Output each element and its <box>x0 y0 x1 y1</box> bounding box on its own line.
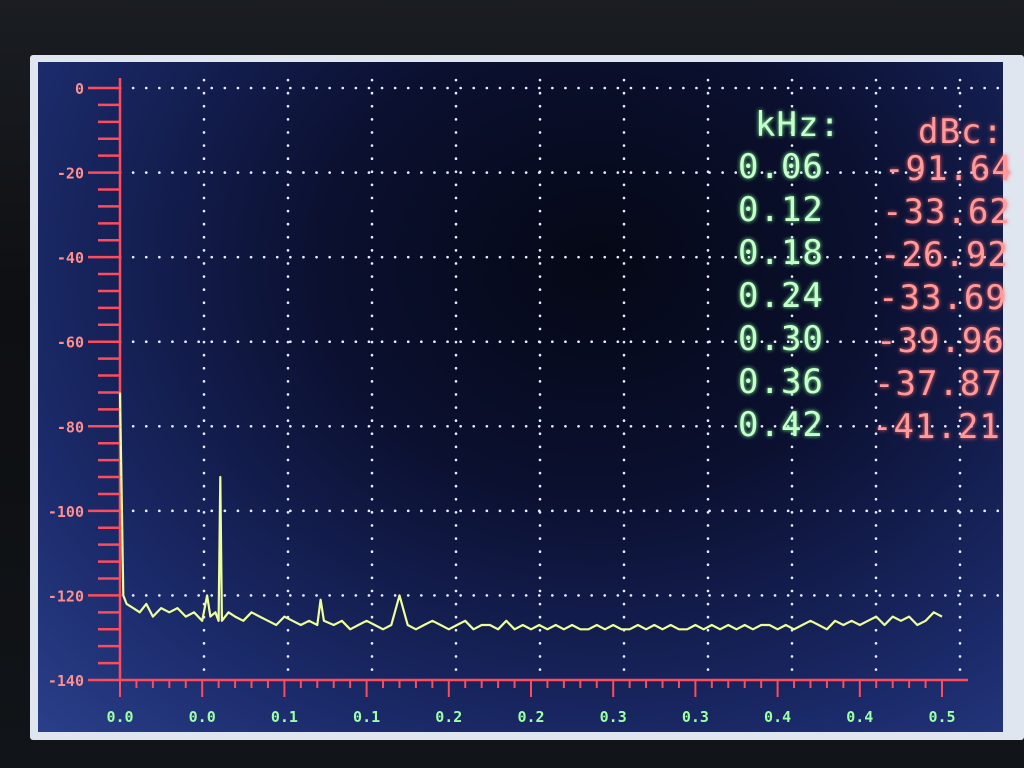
x-tick-label: 0.1 <box>353 708 380 726</box>
harmonic-frequency-value: 0.12 <box>738 190 824 230</box>
x-tick-label: 0.2 <box>435 708 462 726</box>
harmonic-level-value: -33.69 <box>878 281 1007 315</box>
y-tick-label: -100 <box>48 503 84 521</box>
harmonic-level-value: -26.92 <box>880 238 1009 272</box>
harmonic-level-value: -41.21 <box>872 410 1001 444</box>
harmonic-frequency-value: 0.06 <box>738 147 824 187</box>
x-tick-label: 0.4 <box>764 708 791 726</box>
freq-header: kHz: <box>755 105 841 145</box>
y-axis-tick-labels: 0 -20 -40 -60 -80 -100 -120 -140 <box>48 80 84 690</box>
y-tick-label: -20 <box>57 165 84 183</box>
x-tick-label: 0.1 <box>271 708 298 726</box>
x-tick-label: 0.3 <box>600 708 627 726</box>
x-tick-label: 0.3 <box>682 708 709 726</box>
plot-axes <box>88 78 968 697</box>
x-axis-tick-labels: 0.0 0.0 0.1 0.1 0.2 0.2 0.3 0.3 0.4 0.4 0.5 <box>106 708 955 726</box>
x-tick-label: 0.0 <box>189 708 216 726</box>
y-tick-label: -80 <box>57 418 84 436</box>
y-tick-label: -60 <box>57 334 84 352</box>
x-tick-label: 0.0 <box>106 708 133 726</box>
y-tick-label: -40 <box>57 249 84 267</box>
plot-grid <box>118 78 1002 682</box>
y-tick-label: -140 <box>48 672 84 690</box>
harmonic-level-value: -33.62 <box>882 195 1011 229</box>
harmonic-frequency-value: 0.18 <box>738 233 824 273</box>
y-tick-label: 0 <box>75 80 84 98</box>
harmonic-level-value: -39.96 <box>876 324 1005 358</box>
spectrum-plot: 0-20-40-60-80-100-120-140 0.0 0.0 0.1 0.1 0.… <box>48 78 1002 726</box>
harmonic-frequency-value: 0.36 <box>738 362 824 402</box>
harmonic-frequency-value: 0.42 <box>738 405 824 445</box>
x-tick-label: 0.5 <box>928 708 955 726</box>
x-tick-label: 0.4 <box>846 708 873 726</box>
harmonic-frequency-value: 0.30 <box>738 319 824 359</box>
y-tick-label: -120 <box>48 587 84 605</box>
harmonic-level-value: -91.64 <box>884 152 1013 186</box>
harmonic-frequency-value: 0.24 <box>738 276 824 316</box>
x-tick-label: 0.2 <box>517 708 544 726</box>
harmonic-level-value: -37.87 <box>874 367 1003 401</box>
level-header: dBc: <box>918 112 1004 152</box>
